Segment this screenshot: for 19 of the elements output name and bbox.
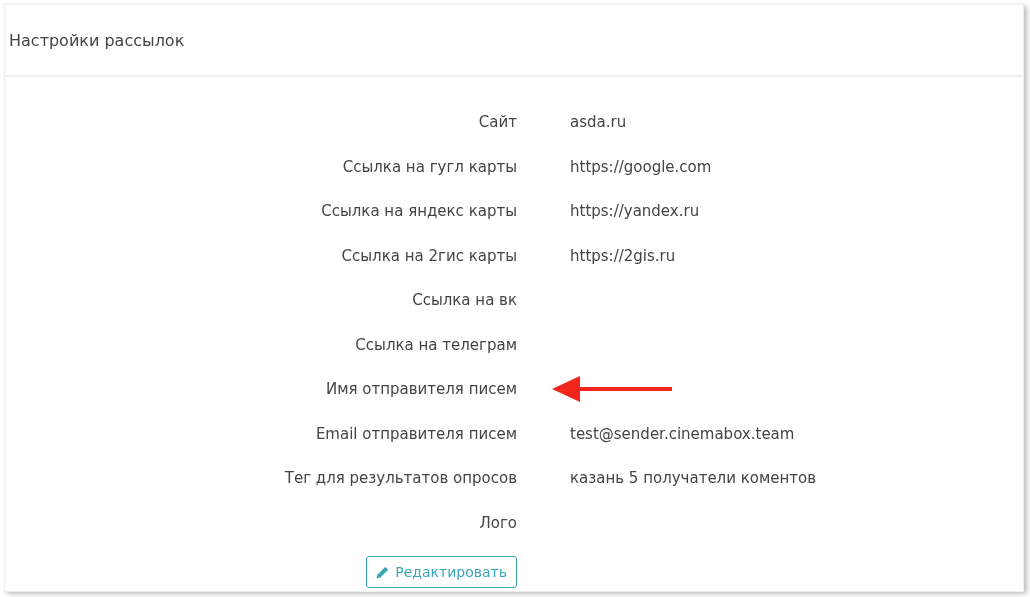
field-value: https://google.com xyxy=(570,157,712,176)
field-label: Сайт xyxy=(477,113,517,132)
field-value: https://2gis.ru xyxy=(570,246,676,265)
field-label: Ссылка на 2гис карты xyxy=(340,246,517,265)
field-label: Ссылка на вк xyxy=(411,291,517,310)
field-label: Ссылка на яндекс карты xyxy=(320,202,517,221)
field-value: https://yandex.ru xyxy=(570,202,700,221)
field-label: Ссылка на гугл карты xyxy=(341,157,517,176)
field-value: test@sender.cinemabox.team xyxy=(570,424,795,443)
pencil-icon xyxy=(376,565,390,579)
field-value: казань 5 получатели коментов xyxy=(570,469,817,488)
edit-button[interactable]: Редактировать xyxy=(366,556,517,589)
field-label: Лого xyxy=(478,513,517,532)
field-label: Ссылка на телеграм xyxy=(354,335,517,354)
field-label: Email отправителя писем xyxy=(314,424,517,443)
panel-title: Настройки рассылок xyxy=(9,30,185,50)
field-value: asda.ru xyxy=(570,113,627,132)
field-label: Тег для результатов опросов xyxy=(283,469,517,488)
field-label: Имя отправителя писем xyxy=(324,380,517,399)
